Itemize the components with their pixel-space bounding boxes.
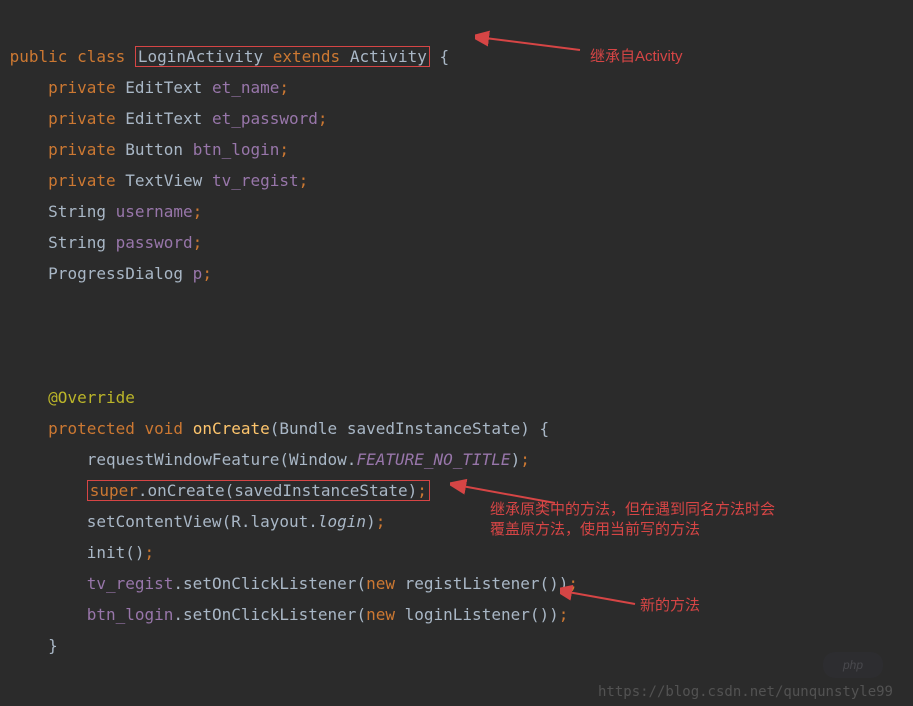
line-init: init(); — [0, 543, 154, 562]
line-6: String username; — [0, 202, 202, 221]
line-2: private EditText et_name; — [0, 78, 289, 97]
line-super: super.onCreate(savedInstanceState); — [0, 480, 430, 501]
box-super-call: super.onCreate(savedInstanceState); — [87, 480, 430, 501]
watermark: https://blog.csdn.net/qunqunstyle99 — [598, 684, 893, 700]
line-close-brace: } — [0, 636, 58, 655]
kw-public: public — [10, 47, 68, 66]
line-4: private Button btn_login; — [0, 140, 289, 159]
line-oncreate-sig: protected void onCreate(Bundle savedInst… — [0, 419, 549, 438]
line-tv-regist: tv_regist.setOnClickListener(new registL… — [0, 574, 578, 593]
line-override: @Override — [0, 388, 135, 407]
line-setcontentview: setContentView(R.layout.login); — [0, 512, 385, 531]
annotation-inherit-activity: 继承自Activity — [590, 47, 683, 67]
php-logo: php — [823, 652, 883, 678]
box-class-decl: LoginActivity extends Activity — [135, 46, 430, 67]
line-1: public class LoginActivity extends Activ… — [0, 46, 449, 67]
line-5: private TextView tv_regist; — [0, 171, 308, 190]
code-block: public class LoginActivity extends Activ… — [0, 0, 913, 661]
line-7: String password; — [0, 233, 202, 252]
line-btn-login: btn_login.setOnClickListener(new loginLi… — [0, 605, 568, 624]
annotation-super-explanation: 继承原类中的方法，但在遇到同名方法时会 覆盖原方法，使用当前写的方法 — [490, 500, 775, 540]
annotation-new-method: 新的方法 — [640, 596, 700, 616]
line-3: private EditText et_password; — [0, 109, 328, 128]
kw-class: class — [77, 47, 125, 66]
line-reqwf: requestWindowFeature(Window.FEATURE_NO_T… — [0, 450, 530, 469]
line-8: ProgressDialog p; — [0, 264, 212, 283]
